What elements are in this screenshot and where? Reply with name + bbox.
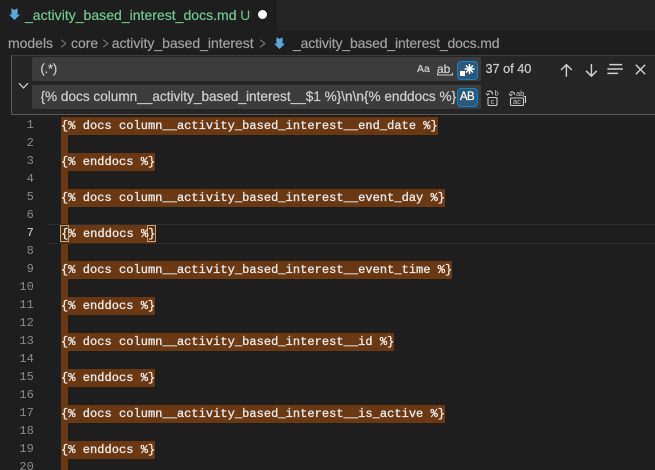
svg-text:b: b bbox=[495, 90, 499, 98]
svg-text:ac: ac bbox=[513, 97, 521, 106]
svg-text:c: c bbox=[491, 97, 495, 106]
